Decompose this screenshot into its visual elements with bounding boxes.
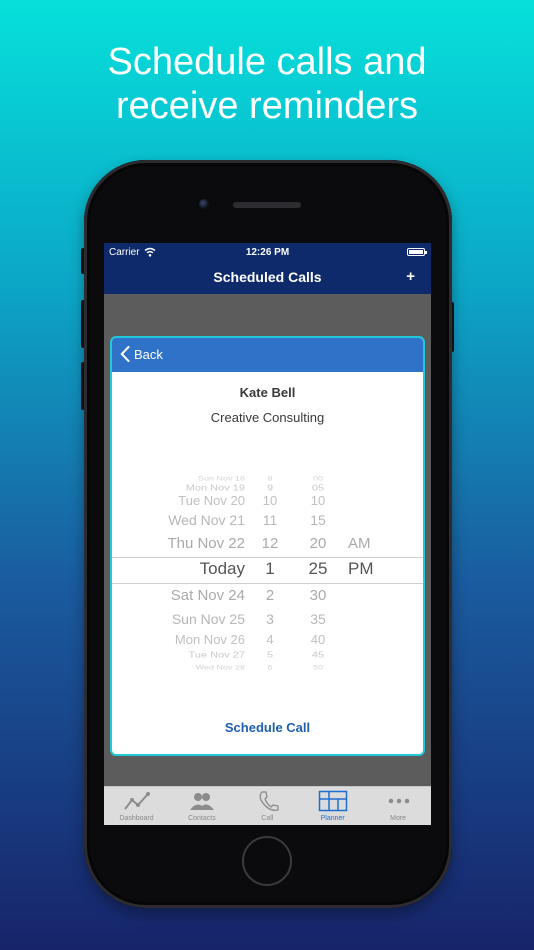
chevron-left-icon: [120, 346, 130, 362]
picker-hour: 1: [265, 559, 275, 578]
status-time: 12:26 PM: [245, 247, 290, 258]
picker-date: Today: [199, 559, 245, 578]
back-button[interactable]: Back: [120, 346, 163, 362]
picker-hour: 11: [262, 512, 278, 528]
tab-bar: Dashboard Contacts Call Planner More: [104, 786, 431, 825]
picker-row[interactable]: Wed Nov 28 6 50: [112, 658, 423, 676]
tab-label: More: [390, 815, 407, 822]
status-bar: Carrier 12:26 PM: [104, 246, 431, 261]
date-time-picker[interactable]: Sun Nov 18 8 00 Mon Nov 19 9 05 Tue Nov 20 10 10…: [112, 466, 423, 671]
earpiece-speaker: [233, 202, 301, 208]
dialog-header: Back: [112, 338, 423, 372]
picker-minute: 50: [312, 663, 323, 671]
tab-dashboard[interactable]: Dashboard: [104, 787, 169, 825]
tab-label: Planner: [320, 815, 345, 822]
tab-call[interactable]: Call: [235, 787, 300, 825]
picker-date: Sat Nov 24: [170, 587, 245, 604]
picker-date: Wed Nov 28: [195, 663, 245, 671]
tab-label: Call: [261, 815, 274, 822]
back-label: Back: [134, 346, 163, 362]
picker-date: Wed Nov 21: [168, 512, 245, 528]
picker-hour: 6: [267, 663, 273, 671]
contacts-icon: [190, 793, 215, 810]
headline-line-2: receive reminders: [116, 85, 418, 127]
picker-date: Thu Nov 22: [167, 535, 245, 552]
picker-hour: 2: [265, 587, 275, 604]
contact-name: Kate Bell: [239, 385, 296, 400]
tab-planner[interactable]: Planner: [300, 787, 365, 825]
planner-grid-icon: [318, 790, 348, 812]
picker-row[interactable]: Thu Nov 22 12 20 AM: [112, 532, 423, 556]
picker-minute: 25: [308, 559, 328, 578]
add-call-button[interactable]: +: [406, 268, 415, 285]
contact-company: Creative Consulting: [210, 410, 325, 425]
headline: Schedule calls and receive reminders: [0, 40, 534, 128]
app-screen: Carrier 12:26 PM Scheduled Calls + Back …: [104, 243, 431, 825]
tab-label: Dashboard: [119, 815, 154, 822]
picker-row[interactable]: Wed Nov 21 11 15: [112, 508, 423, 532]
picker-ampm: AM: [348, 535, 371, 552]
schedule-call-button[interactable]: Schedule Call: [112, 720, 423, 735]
front-camera: [199, 199, 209, 209]
phone-icon: [259, 791, 279, 811]
picker-minute: 20: [309, 535, 327, 552]
picker-hour: 12: [261, 535, 279, 552]
headline-line-1: Schedule calls and: [107, 41, 427, 83]
picker-row-selected[interactable]: Today 1 25 PM: [112, 557, 423, 581]
page-title: Scheduled Calls: [213, 269, 322, 285]
schedule-dialog: Back Kate Bell Creative Consulting Sun N…: [110, 336, 425, 756]
more-dots-icon: [388, 798, 409, 804]
tab-contacts[interactable]: Contacts: [169, 787, 234, 825]
picker-row[interactable]: Sat Nov 24 2 30: [112, 584, 423, 608]
home-button[interactable]: [242, 836, 292, 886]
chart-line-icon: [124, 792, 150, 810]
battery-icon: [407, 248, 427, 256]
tab-label: Contacts: [188, 815, 216, 822]
navigation-bar: Carrier 12:26 PM Scheduled Calls +: [104, 243, 431, 294]
tab-more[interactable]: More: [366, 787, 431, 825]
picker-minute: 30: [309, 587, 327, 604]
picker-ampm: PM: [348, 559, 374, 578]
picker-minute: 15: [310, 512, 326, 528]
